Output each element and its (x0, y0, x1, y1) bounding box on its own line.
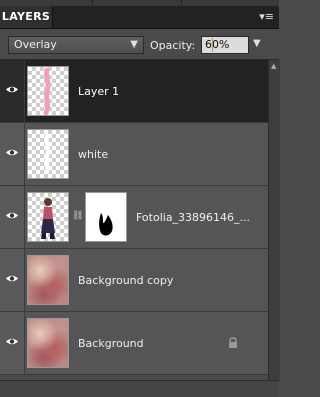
chevron-down-icon[interactable]: ▼ (253, 38, 261, 49)
layer-name[interactable]: Background copy (78, 274, 268, 287)
visibility-toggle[interactable] (0, 186, 25, 248)
layer-row[interactable]: Layer 1 (0, 60, 268, 123)
visibility-toggle[interactable] (0, 249, 25, 311)
layer-name[interactable]: Layer 1 (78, 85, 268, 98)
person-figure-icon (41, 198, 55, 239)
chain-link-icon[interactable]: ⛓ (72, 211, 83, 221)
blend-mode-value: Overlay (14, 38, 57, 51)
pink-stroke-icon (43, 67, 51, 115)
layer-options-bar: Overlay ▼ Opacity: 60% ▼ (0, 29, 279, 60)
panel-menu-icon[interactable]: ▾≡ (258, 11, 274, 23)
layer-thumbnail[interactable] (27, 192, 69, 242)
layer-thumbnail[interactable] (27, 318, 69, 368)
eye-icon (6, 212, 18, 219)
white-stroke-icon (44, 133, 50, 174)
panel-tab-bar: LAYERS ▾≡ (0, 6, 279, 29)
layer-name[interactable]: Fotolia_33896146_... (136, 211, 266, 224)
lock-icon (229, 337, 237, 348)
opacity-input[interactable]: 60% (201, 36, 249, 54)
layer-row[interactable]: white (0, 123, 268, 186)
mask-silhouette-icon (99, 213, 113, 236)
visibility-toggle[interactable] (0, 123, 25, 185)
layer-thumbnail[interactable] (27, 66, 69, 116)
layer-name[interactable]: Background (78, 337, 268, 350)
eye-icon (6, 275, 18, 282)
layers-list: Layer 1 white ⛓ Fotolia_33896146_... Bac… (0, 60, 279, 396)
visibility-toggle[interactable] (0, 60, 25, 122)
tab-layers[interactable]: LAYERS (0, 6, 53, 28)
eye-icon (6, 338, 18, 345)
panel-footer (0, 380, 279, 397)
scroll-up-icon[interactable]: ▲ (271, 62, 276, 70)
layer-name[interactable]: white (78, 148, 268, 161)
visibility-toggle[interactable] (0, 312, 25, 374)
chevron-down-icon: ▼ (130, 39, 138, 50)
layers-scrollbar[interactable]: ▲ (268, 60, 280, 380)
eye-icon (6, 86, 18, 93)
layer-mask-thumbnail[interactable] (85, 192, 127, 242)
eye-icon (6, 149, 18, 156)
text-cursor (212, 38, 213, 52)
blend-mode-select[interactable]: Overlay ▼ (8, 36, 144, 54)
layer-row[interactable]: Background copy (0, 249, 268, 312)
layer-row[interactable]: ⛓ Fotolia_33896146_... (0, 186, 268, 249)
layer-thumbnail[interactable] (27, 129, 69, 179)
opacity-label: Opacity: (150, 39, 196, 52)
layer-row[interactable]: Background (0, 312, 268, 375)
layer-thumbnail[interactable] (27, 255, 69, 305)
